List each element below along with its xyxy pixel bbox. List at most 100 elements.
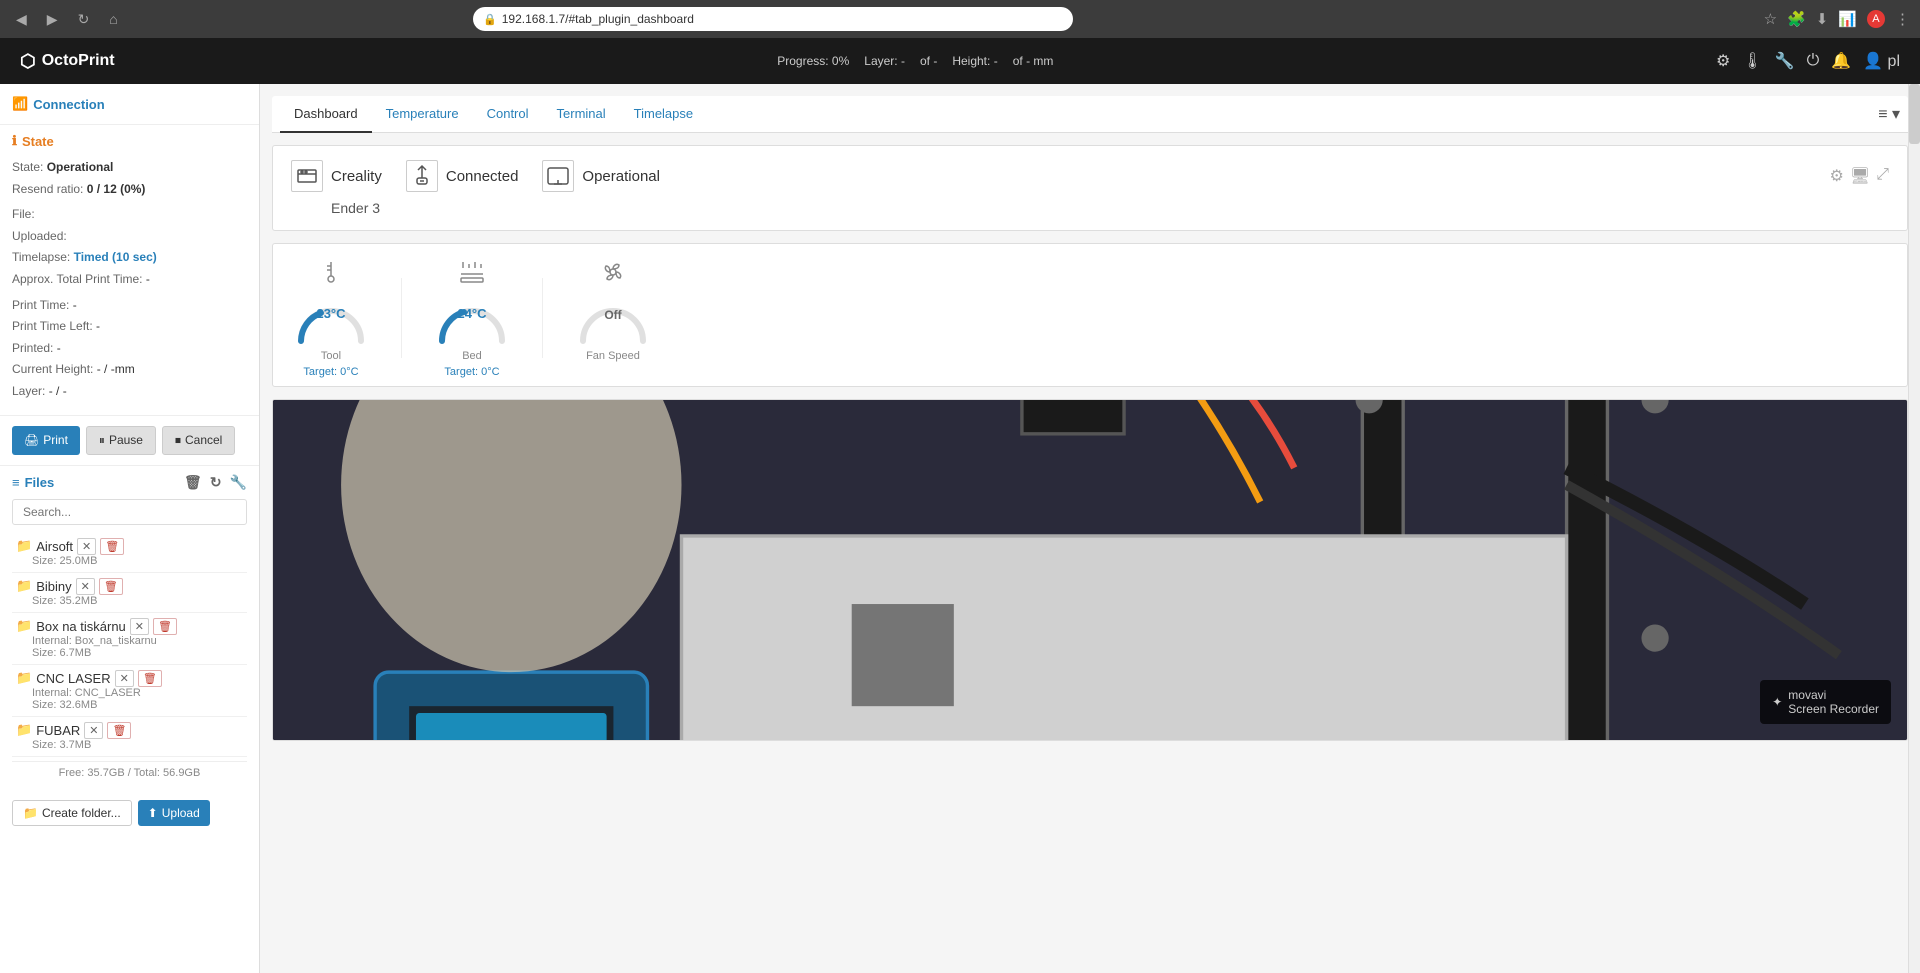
octoprint-logo-icon: ⬡ bbox=[20, 51, 36, 72]
files-search-input[interactable] bbox=[12, 499, 247, 525]
folder-icon: 📁 bbox=[16, 578, 32, 594]
progress-text: Progress: 0% bbox=[777, 54, 849, 68]
delete-file-button[interactable]: 🗑 bbox=[153, 618, 177, 635]
unpin-file-button[interactable]: ✕ bbox=[77, 538, 96, 555]
tab-temperature[interactable]: Temperature bbox=[372, 96, 473, 133]
home-button[interactable]: ⌂ bbox=[103, 7, 123, 31]
fan-icon bbox=[599, 258, 627, 292]
pause-icon: ⏸ bbox=[99, 433, 105, 448]
bed-gauge: 24°C Bed Target: 0°C bbox=[432, 258, 512, 378]
files-section: ≡ Files 🗑 ↻ 🔧 📁 Airsoft ✕ 🗑 bbox=[0, 466, 259, 792]
files-list: 📁 Airsoft ✕ 🗑 Size: 25.0MB 📁 Bibiny ✕ 🗑 bbox=[12, 533, 247, 757]
connection-header[interactable]: 📶 Connection bbox=[12, 92, 247, 116]
bookmark-icon[interactable]: ☆ bbox=[1764, 10, 1777, 28]
layer-info-value: - / - bbox=[49, 384, 67, 398]
file-size: Size: 25.0MB bbox=[32, 555, 243, 567]
window-scrollbar-thumb[interactable] bbox=[1909, 84, 1920, 144]
fan-gauge: Off Fan Speed bbox=[573, 258, 653, 362]
delete-file-button[interactable]: 🗑 bbox=[107, 722, 131, 739]
bell-icon[interactable]: 🔔 bbox=[1831, 51, 1851, 71]
bed-target: Target: 0°C bbox=[444, 366, 499, 378]
main-layout: 📶 Connection ℹ State State: Operational … bbox=[0, 84, 1920, 973]
files-list-icon: ≡ bbox=[12, 475, 20, 490]
camera-view: Ende bbox=[272, 399, 1908, 741]
temperature-icon[interactable]: 🌡 bbox=[1742, 51, 1762, 71]
tool-gauge: 23°C Tool Target: 0°C bbox=[291, 258, 371, 378]
user-icon[interactable]: 👤 pl bbox=[1863, 51, 1900, 71]
list-item[interactable]: 📁 CNC LASER ✕ 🗑 Internal: CNC_LASER Size… bbox=[12, 665, 247, 717]
files-footer: 📁 Create folder... ⬆ Upload bbox=[0, 792, 259, 834]
approx-label: Approx. Total Print Time: bbox=[12, 272, 143, 286]
tool-temp-value: 23°C bbox=[316, 306, 345, 321]
tab-terminal[interactable]: Terminal bbox=[543, 96, 620, 133]
file-row: File: bbox=[12, 204, 247, 226]
printer-brand-name: Creality bbox=[331, 168, 382, 185]
delete-file-button[interactable]: 🗑 bbox=[99, 578, 123, 595]
state-label: State: bbox=[12, 160, 43, 174]
window-scrollbar[interactable] bbox=[1908, 84, 1920, 973]
camera-settings-icon[interactable]: ⚙ bbox=[1830, 166, 1844, 186]
back-button[interactable]: ◀ bbox=[10, 7, 33, 32]
file-name: CNC LASER bbox=[36, 671, 110, 686]
print-icon: 🖨 bbox=[24, 433, 39, 447]
print-time-label: Print Time: bbox=[12, 298, 69, 312]
monitor-icon[interactable]: 🖥 bbox=[1850, 166, 1870, 186]
address-bar[interactable]: 🔒 192.168.1.7/#tab_plugin_dashboard bbox=[473, 7, 1073, 31]
profile-badge[interactable]: A bbox=[1867, 10, 1885, 28]
tab-dashboard[interactable]: Dashboard bbox=[280, 96, 372, 133]
bed-label: Bed bbox=[462, 350, 482, 362]
sidebar: 📶 Connection ℹ State State: Operational … bbox=[0, 84, 260, 973]
printer-brand-item: Creality bbox=[291, 160, 382, 192]
tab-control[interactable]: Control bbox=[473, 96, 543, 133]
delete-file-button[interactable]: 🗑 bbox=[100, 538, 124, 555]
settings-icon[interactable]: ⚙ bbox=[1716, 51, 1730, 71]
print-button[interactable]: 🖨 Print bbox=[12, 426, 80, 455]
wrench-icon[interactable]: 🔧 bbox=[1775, 51, 1795, 71]
cancel-button[interactable]: ⏹ Cancel bbox=[162, 426, 235, 455]
tool-gauge-wrapper: 23°C bbox=[291, 296, 371, 346]
tab-menu-button[interactable]: ≡ ▾ bbox=[1878, 104, 1900, 124]
delete-files-icon[interactable]: 🗑 bbox=[184, 474, 202, 491]
list-item[interactable]: 📁 Airsoft ✕ 🗑 Size: 25.0MB bbox=[12, 533, 247, 573]
list-item[interactable]: 📁 Box na tiskárnu ✕ 🗑 Internal: Box_na_t… bbox=[12, 613, 247, 665]
state-warning-icon: ℹ bbox=[12, 133, 17, 149]
list-item[interactable]: 📁 FUBAR ✕ 🗑 Size: 3.7MB bbox=[12, 717, 247, 757]
connection-status-icon bbox=[406, 160, 438, 192]
unpin-file-button[interactable]: ✕ bbox=[130, 618, 149, 635]
history-icon[interactable]: 📊 bbox=[1838, 10, 1857, 28]
print-time-left-label: Print Time Left: bbox=[12, 319, 93, 333]
connection-title: Connection bbox=[33, 97, 105, 112]
expand-icon[interactable]: ⤢ bbox=[1876, 166, 1889, 186]
create-folder-button[interactable]: 📁 Create folder... bbox=[12, 800, 132, 826]
file-name: FUBAR bbox=[36, 723, 80, 738]
upload-button[interactable]: ⬆ Upload bbox=[138, 800, 210, 826]
resend-value: 0 / 12 (0%) bbox=[87, 182, 146, 196]
unpin-file-button[interactable]: ✕ bbox=[76, 578, 95, 595]
unpin-file-button[interactable]: ✕ bbox=[115, 670, 134, 687]
file-size: Size: 35.2MB bbox=[32, 595, 243, 607]
refresh-button[interactable]: ↻ bbox=[72, 7, 96, 32]
gauge-separator-2 bbox=[542, 278, 543, 358]
file-item-actions: ✕ 🗑 bbox=[76, 578, 123, 595]
fan-gauge-wrapper: Off bbox=[573, 296, 653, 346]
files-storage: Free: 35.7GB / Total: 56.9GB bbox=[12, 761, 247, 784]
refresh-files-icon[interactable]: ↻ bbox=[210, 474, 222, 491]
wrench-files-icon[interactable]: 🔧 bbox=[230, 474, 247, 491]
forward-button[interactable]: ▶ bbox=[41, 7, 64, 32]
file-item-name: 📁 FUBAR ✕ 🗑 bbox=[16, 722, 243, 739]
header-progress: Progress: 0% Layer: - of - Height: - of … bbox=[135, 54, 1696, 68]
folder-icon: 📁 bbox=[16, 618, 32, 634]
tab-timelapse[interactable]: Timelapse bbox=[620, 96, 707, 133]
power-icon[interactable]: ⏻ bbox=[1807, 52, 1820, 70]
download-icon[interactable]: ⬇ bbox=[1816, 10, 1829, 28]
pause-button[interactable]: ⏸ Pause bbox=[86, 426, 156, 455]
extensions-icon[interactable]: 🧩 bbox=[1787, 10, 1806, 28]
list-item[interactable]: 📁 Bibiny ✕ 🗑 Size: 35.2MB bbox=[12, 573, 247, 613]
delete-file-button[interactable]: 🗑 bbox=[138, 670, 162, 687]
camera-placeholder: Ende bbox=[273, 400, 1907, 740]
create-folder-label: Create folder... bbox=[42, 806, 121, 820]
menu-icon[interactable]: ⋮ bbox=[1895, 10, 1910, 28]
unpin-file-button[interactable]: ✕ bbox=[84, 722, 103, 739]
header-icons: ⚙ 🌡 🔧 ⏻ 🔔 👤 pl bbox=[1716, 51, 1900, 71]
uploaded-label: Uploaded: bbox=[12, 229, 67, 243]
